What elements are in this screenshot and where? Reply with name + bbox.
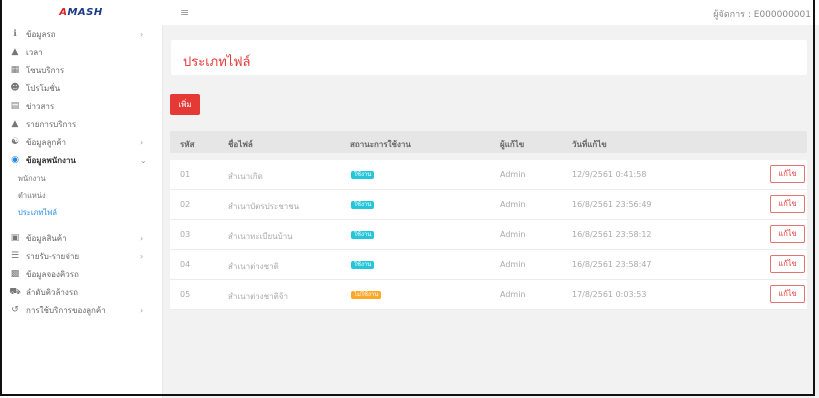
window-frame	[0, 0, 815, 396]
